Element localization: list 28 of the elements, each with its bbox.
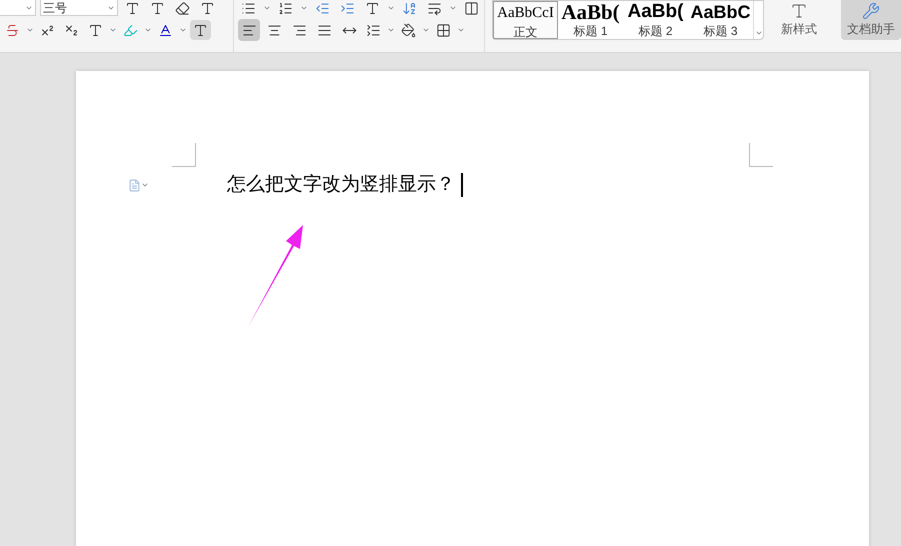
paragraph-handle-icon[interactable]	[128, 178, 149, 192]
assistant-button[interactable]: 文档助手	[841, 0, 901, 40]
align-icon[interactable]	[238, 19, 260, 41]
caret-icon	[144, 26, 152, 34]
wrench-icon	[862, 2, 880, 20]
caret-icon	[179, 26, 187, 34]
style-option[interactable]: AaBbC 标题 3	[688, 1, 753, 39]
caret-icon	[387, 4, 396, 12]
text-cursor	[461, 173, 463, 198]
caret-icon	[754, 29, 762, 37]
caret-icon	[26, 26, 34, 34]
caret-icon	[300, 4, 308, 12]
font-name-field[interactable]	[0, 0, 36, 16]
document-text: 怎么把文字改为竖排显示？	[227, 173, 455, 197]
gallery-scrollbar[interactable]	[753, 1, 763, 39]
caret-icon	[422, 26, 430, 34]
caret-icon	[449, 4, 458, 12]
margin-corner-mark	[749, 143, 773, 167]
style-option[interactable]: AaBb( 标题 2	[623, 1, 688, 39]
caret-icon	[387, 26, 396, 34]
new-style-button[interactable]: 新样式	[774, 0, 824, 38]
margin-corner-mark	[172, 143, 196, 167]
caret-icon	[109, 26, 117, 34]
caret-icon	[263, 4, 272, 12]
caret-icon	[457, 26, 466, 34]
style-option[interactable]: AaBbCcI 正文	[493, 1, 558, 39]
style-option[interactable]: AaBb( 标题 1	[558, 1, 623, 39]
font-size-field[interactable]: 三号	[40, 0, 118, 16]
